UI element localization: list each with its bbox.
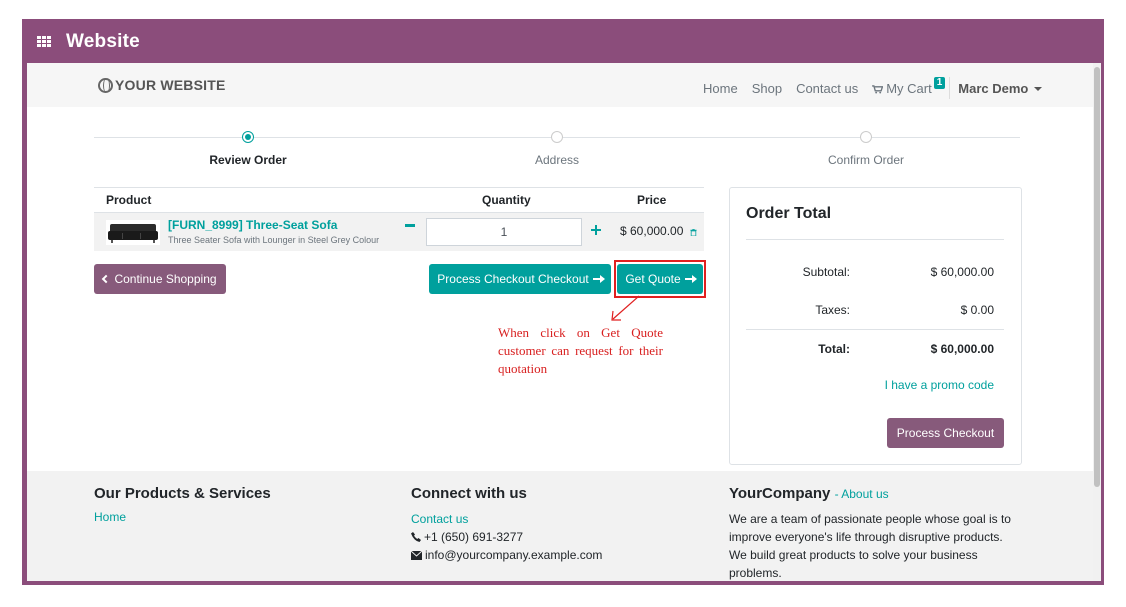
footer-email: info@yourcompany.example.com [411, 546, 602, 564]
website-content: YOUR WEBSITE Home Shop Contact us My Car… [27, 63, 1093, 581]
total-label: Total: [818, 342, 850, 356]
footer-products-title: Our Products & Services [94, 485, 271, 502]
product-description: Three Seater Sofa with Lounger in Steel … [168, 235, 380, 245]
caret-down-icon [1034, 86, 1043, 91]
nav-link-home[interactable]: Home [703, 81, 738, 96]
footer-company-text: We are a team of passionate people whose… [729, 512, 1011, 580]
process-checkout-checkout-label: Process Checkout Checkout [437, 272, 589, 286]
promo-code-link[interactable]: I have a promo code [830, 378, 994, 392]
product-price: $ 60,000.00 [620, 224, 684, 238]
footer-company-col: YourCompany - About us We are a team of … [729, 485, 1019, 581]
nav-link-shop[interactable]: Shop [752, 81, 782, 96]
user-menu[interactable]: Marc Demo [958, 80, 1043, 96]
nav-link-contact[interactable]: Contact us [796, 81, 858, 96]
logo-text: YOUR WEBSITE [115, 77, 226, 93]
subtotal-value: $ 60,000.00 [930, 265, 994, 279]
envelope-icon [411, 550, 422, 560]
app-title[interactable]: Website [66, 31, 140, 53]
chevron-left-icon [102, 274, 111, 284]
wizard-step-review[interactable]: Review Order [209, 153, 286, 167]
plus-icon[interactable] [591, 225, 601, 235]
footer-phone-text: +1 (650) 691-3277 [424, 530, 524, 544]
footer-company-title: YourCompany - About us [729, 485, 1019, 502]
scrollbar-thumb[interactable] [1094, 67, 1100, 487]
nav-divider [949, 77, 951, 99]
taxes-label: Taxes: [815, 303, 850, 317]
arrow-right-icon [592, 275, 605, 283]
site-navbar: YOUR WEBSITE Home Shop Contact us My Car… [27, 63, 1093, 107]
trash-icon[interactable] [690, 229, 697, 236]
site-logo[interactable]: YOUR WEBSITE [98, 77, 226, 93]
header-price: Price [637, 193, 667, 207]
site-footer: Our Products & Services Home Connect wit… [27, 471, 1093, 581]
nav-cart[interactable]: My Cart 1 [872, 77, 946, 96]
grid-icon[interactable] [37, 36, 51, 47]
cart-table-header: Product Quantity Price [94, 187, 704, 213]
footer-products-col: Our Products & Services Home [94, 485, 271, 524]
continue-shopping-label: Continue Shopping [114, 272, 217, 286]
wizard-step-confirm[interactable]: Confirm Order [828, 153, 904, 167]
footer-connect-title: Connect with us [411, 485, 527, 502]
footer-about-link[interactable]: - About us [835, 487, 889, 501]
footer-contact-link[interactable]: Contact us [411, 510, 602, 528]
process-checkout-label: Process Checkout [896, 426, 995, 440]
order-total-card: Order Total Subtotal: $ 60,000.00 Taxes:… [729, 187, 1022, 465]
footer-connect-col: Connect with us Contact us +1 (650) 691-… [411, 485, 602, 564]
footer-phone: +1 (650) 691-3277 [411, 528, 602, 546]
product-image[interactable] [106, 220, 160, 245]
wizard-step-dot-confirm [860, 131, 872, 143]
order-total-title: Order Total [746, 205, 832, 222]
total-value: $ 60,000.00 [930, 342, 994, 356]
footer-home-link[interactable]: Home [94, 510, 271, 524]
wizard-step-dot-review [242, 131, 254, 143]
annotation-highlight-box [614, 260, 706, 298]
taxes-value: $ 0.00 [960, 303, 994, 317]
continue-shopping-button[interactable]: Continue Shopping [94, 264, 226, 294]
product-name-link[interactable]: [FURN_8999] Three-Seat Sofa [168, 218, 337, 232]
summary-divider [746, 329, 1004, 330]
app-bar: Website [22, 19, 1104, 63]
process-checkout-button[interactable]: Process Checkout [887, 418, 1004, 448]
summary-divider [746, 239, 1004, 240]
table-row: [FURN_8999] Three-Seat Sofa Three Seater… [94, 213, 704, 251]
cart-count-badge: 1 [933, 77, 946, 89]
header-product: Product [106, 193, 152, 207]
annotation-arrow-icon [611, 295, 640, 321]
minus-icon[interactable] [405, 224, 415, 227]
annotation-text: When click on Get Quote customer can req… [498, 325, 663, 376]
nav-links: Home Shop Contact us My Cart 1 Marc Demo [703, 77, 1043, 99]
cart-icon [872, 84, 884, 94]
footer-email-text[interactable]: info@yourcompany.example.com [425, 546, 602, 564]
phone-icon [411, 532, 421, 542]
globe-icon [98, 77, 113, 93]
process-checkout-checkout-button[interactable]: Process Checkout Checkout [429, 264, 611, 294]
user-name: Marc Demo [958, 80, 1029, 96]
wizard-step-dot-address [551, 131, 563, 143]
cart-label: My Cart [886, 80, 932, 96]
scrollbar[interactable] [1093, 63, 1101, 581]
app-window: Website YOUR WEBSITE Home Shop Contact u… [22, 19, 1104, 585]
subtotal-label: Subtotal: [802, 265, 850, 279]
footer-company-name: YourCompany [729, 485, 831, 502]
header-quantity: Quantity [482, 193, 531, 207]
wizard-step-address[interactable]: Address [535, 153, 579, 167]
quantity-input[interactable] [426, 218, 582, 246]
